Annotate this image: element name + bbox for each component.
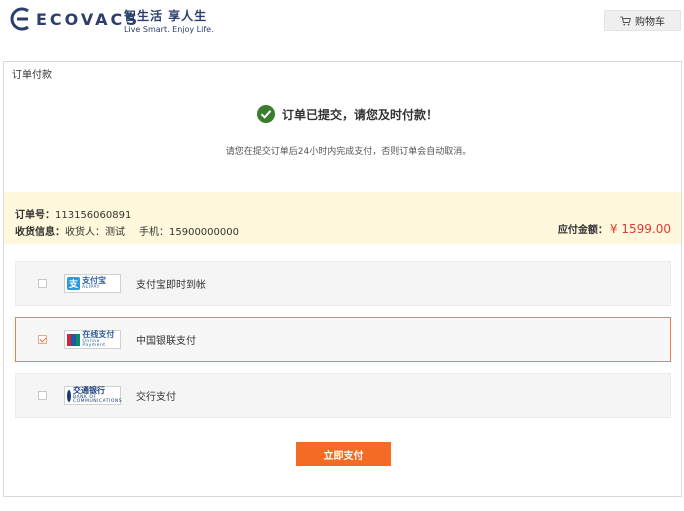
receiver-label: 收货信息： [15, 227, 65, 238]
payment-option-alipay[interactable]: 支 支付宝 ALIPAY 支付宝即时到帐 [15, 261, 671, 306]
alipay-checkbox[interactable] [38, 279, 47, 288]
cart-button[interactable]: 购物车 [604, 10, 681, 31]
slogan-chinese: 智生活 享人生 [124, 9, 208, 23]
unionpay-logo-text: 在线支付 [82, 329, 115, 339]
unionpay-logo-subtext: Online Payment [82, 338, 106, 348]
amount-due: 应付金额： ¥ 1599.00 [558, 221, 671, 236]
cart-label: 购物车 [635, 17, 665, 28]
ecovacs-logo-icon[interactable] [10, 7, 32, 31]
bocom-icon [67, 389, 71, 402]
pay-now-button[interactable]: 立即支付 [296, 442, 391, 466]
success-message: 订单已提交，请您及时付款！ [281, 107, 438, 122]
amount-value: ¥ 1599.00 [609, 222, 671, 236]
payment-notice: 请您在提交订单后24小时内完成支付，否则订单会自动取消。 [225, 147, 472, 157]
alipay-icon: 支 [67, 277, 80, 290]
bocom-logo: 交通银行 BANK OF COMMUNICATIONS [64, 385, 123, 405]
receiver-phone: 手机：15900000000 [139, 227, 239, 238]
bocom-logo-subtext: BANK OF COMMUNICATIONS [73, 394, 123, 404]
alipay-logo: 支 支付宝 ALIPAY [64, 274, 121, 293]
alipay-logo-text: 支付宝 [82, 275, 106, 285]
payment-option-bocom[interactable]: 交通银行 BANK OF COMMUNICATIONS 交行支付 [15, 373, 671, 418]
order-number-line: 订单号：113156060891 [15, 206, 131, 221]
brand-slogan: 智生活 享人生 Live Smart. Enjoy Life. [124, 7, 214, 34]
order-number-label: 订单号： [15, 210, 55, 221]
check-circle-icon [256, 105, 275, 123]
unionpay-logo: 在线支付 Online Payment [64, 330, 121, 349]
unionpay-checkbox[interactable] [38, 335, 47, 344]
alipay-logo-subtext: ALIPAY [82, 284, 100, 290]
unionpay-icon [67, 333, 81, 346]
amount-label: 应付金额： [557, 225, 608, 236]
success-banner: 订单已提交，请您及时付款！ [4, 105, 681, 123]
receiver-line: 收货信息：收货人：测试 手机：15900000000 [15, 223, 239, 238]
bocom-logo-text: 交通银行 [73, 385, 105, 395]
payment-panel: 订单付款 订单已提交，请您及时付款！ 请您在提交订单后24小时内完成支付，否则订… [3, 61, 682, 497]
order-number: 113156060891 [55, 210, 132, 221]
receiver-name: 收货人：测试 [65, 227, 125, 238]
bocom-label: 交行支付 [136, 392, 176, 403]
unionpay-label: 中国银联支付 [136, 336, 196, 347]
alipay-label: 支付宝即时到帐 [136, 280, 206, 291]
payment-option-unionpay[interactable]: 在线支付 Online Payment 中国银联支付 [15, 317, 671, 362]
cart-icon [620, 16, 631, 25]
site-header: ECOVACS 智生活 享人生 Live Smart. Enjoy Life. … [0, 0, 684, 40]
order-info-box: 订单号：113156060891 收货信息：收货人：测试 手机：159000000… [4, 192, 681, 244]
bocom-checkbox[interactable] [38, 391, 47, 400]
slogan-english: Live Smart. Enjoy Life. [124, 25, 214, 34]
panel-title: 订单付款 [12, 70, 52, 81]
